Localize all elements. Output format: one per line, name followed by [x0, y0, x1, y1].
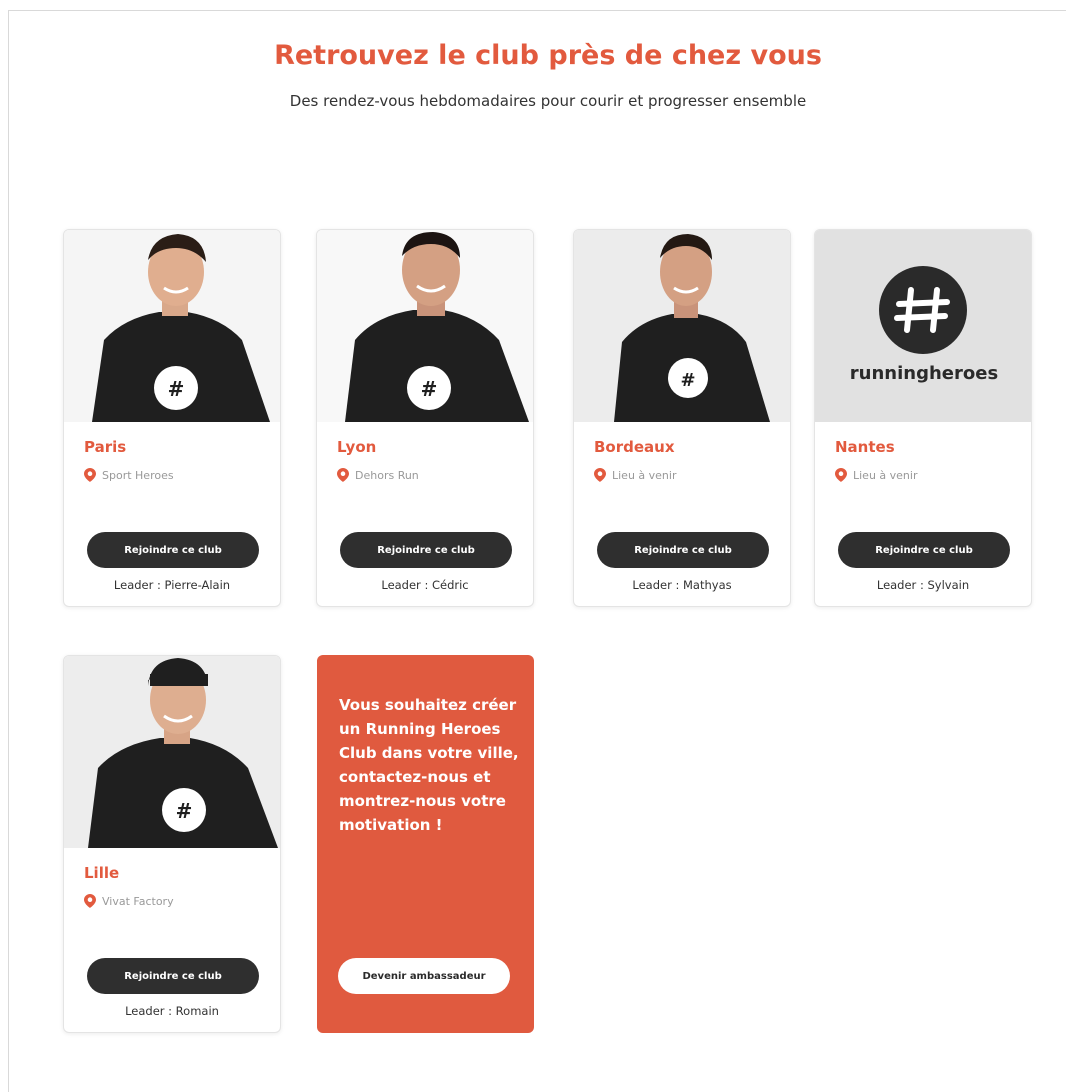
club-leader: Leader : Sylvain	[876, 578, 970, 592]
become-ambassador-button[interactable]: Devenir ambassadeur	[338, 958, 510, 994]
club-leader: Leader : Pierre-Alain	[113, 578, 231, 592]
svg-text:#: #	[421, 377, 438, 401]
join-club-button[interactable]: Rejoindre ce club	[597, 532, 769, 568]
join-club-button[interactable]: Rejoindre ce club	[87, 532, 259, 568]
club-card-paris: # Paris Sport Heroes Rejoindre ce club L…	[63, 229, 281, 607]
location-pin-icon	[835, 468, 847, 482]
club-city: Lyon	[337, 438, 377, 456]
running-heroes-logo-icon	[815, 230, 1031, 422]
promo-text: Vous souhaitez créer un Running Heroes C…	[339, 696, 519, 834]
club-photo: #	[317, 230, 533, 422]
club-location: Lieu à venir	[835, 468, 918, 482]
club-location-label: Dehors Run	[355, 468, 419, 482]
club-location: Vivat Factory	[84, 894, 174, 908]
club-card-lyon: # Lyon Dehors Run Rejoindre ce club Lead…	[316, 229, 534, 607]
location-pin-icon	[84, 468, 96, 482]
join-club-button[interactable]: Rejoindre ce club	[838, 532, 1010, 568]
club-photo: #	[64, 656, 280, 848]
page-subtitle: Des rendez-vous hebdomadaires pour couri…	[289, 92, 807, 110]
location-pin-icon	[594, 468, 606, 482]
club-location-label: Vivat Factory	[102, 894, 174, 908]
club-location-label: Sport Heroes	[102, 468, 174, 482]
club-card-bordeaux: # Bordeaux Lieu à venir Rejoindre ce clu…	[573, 229, 791, 607]
club-photo: #	[574, 230, 790, 422]
club-leader: Leader : Romain	[125, 1004, 219, 1018]
club-city: Nantes	[835, 438, 895, 456]
join-club-button[interactable]: Rejoindre ce club	[87, 958, 259, 994]
club-leader: Leader : Mathyas	[632, 578, 732, 592]
club-location-label: Lieu à venir	[853, 468, 918, 482]
club-photo: #	[64, 230, 280, 422]
club-location: Lieu à venir	[594, 468, 677, 482]
location-pin-icon	[337, 468, 349, 482]
club-city: Paris	[84, 438, 127, 456]
club-card-lille: # Lille Vivat Factory Rejoindre ce club …	[63, 655, 281, 1033]
join-club-button[interactable]: Rejoindre ce club	[340, 532, 512, 568]
svg-text:#: #	[176, 799, 193, 823]
club-location: Dehors Run	[337, 468, 419, 482]
ambassador-promo-card: Vous souhaitez créer un Running Heroes C…	[317, 655, 534, 1033]
club-location: Sport Heroes	[84, 468, 174, 482]
svg-text:#: #	[168, 377, 185, 401]
club-photo: runningheroes	[815, 230, 1031, 422]
location-pin-icon	[84, 894, 96, 908]
page-title: Retrouvez le club près de chez vous	[274, 40, 822, 71]
club-leader: Leader : Cédric	[381, 578, 469, 592]
club-location-label: Lieu à venir	[612, 468, 677, 482]
club-card-nantes: runningheroes Nantes Lieu à venir Rejoin…	[814, 229, 1032, 607]
svg-text:#: #	[680, 370, 695, 391]
logo-wordmark: runningheroes	[849, 363, 999, 384]
club-city: Lille	[84, 864, 120, 882]
club-city: Bordeaux	[594, 438, 675, 456]
